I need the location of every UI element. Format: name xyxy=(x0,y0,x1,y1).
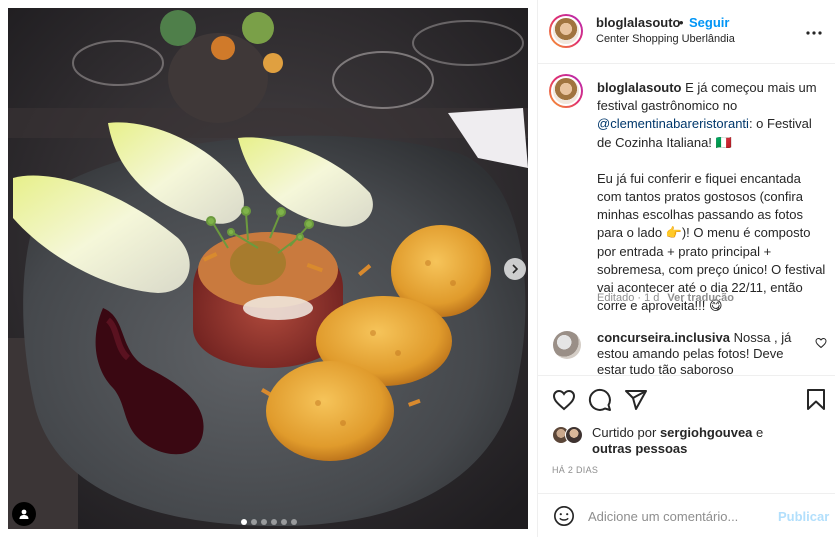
caption-username[interactable]: bloglalasouto xyxy=(597,80,682,95)
author-username[interactable]: bloglalasouto xyxy=(596,15,681,30)
comment-item: concurseira.inclusiva Nossa , já estou a… xyxy=(597,330,807,375)
comment-like-heart-icon[interactable] xyxy=(815,337,827,349)
liker-avatars[interactable] xyxy=(552,426,588,444)
more-options-button[interactable] xyxy=(804,23,824,43)
publish-button[interactable]: Publicar xyxy=(778,509,829,524)
likes-and: e xyxy=(756,425,764,440)
post-date[interactable]: HÁ 2 DIAS xyxy=(552,465,598,475)
caption-meta: Editado · 1 d Ver tradução xyxy=(597,292,734,304)
action-bar xyxy=(538,375,835,421)
heart-icon[interactable] xyxy=(552,388,576,412)
comments-section[interactable]: bloglalasouto E já começou mais um festi… xyxy=(538,64,835,375)
food-photo-image xyxy=(8,8,528,529)
more-horizontal-icon xyxy=(806,31,822,35)
post-location[interactable]: Center Shopping Uberlândia xyxy=(596,33,735,45)
comment-icon[interactable] xyxy=(588,388,612,412)
caption-author-avatar[interactable] xyxy=(549,74,583,108)
commenter-username[interactable]: concurseira.inclusiva xyxy=(597,330,730,345)
bookmark-icon[interactable] xyxy=(804,388,828,412)
commenter-avatar[interactable] xyxy=(553,331,581,359)
separator-dot: • xyxy=(679,15,684,30)
add-comment-bar: Publicar xyxy=(538,493,835,537)
carousel-indicator xyxy=(241,519,297,525)
emoji-icon[interactable] xyxy=(553,505,575,527)
edited-timestamp: Editado · 1 d xyxy=(597,292,660,304)
chevron-right-icon xyxy=(512,264,519,274)
post-sidebar: bloglalasouto • Seguir Center Shopping U… xyxy=(537,0,835,537)
carousel-next-button[interactable] xyxy=(504,258,526,280)
author-avatar[interactable] xyxy=(549,14,583,48)
post-photo[interactable] xyxy=(8,8,528,529)
person-icon xyxy=(19,509,29,519)
comment-input[interactable] xyxy=(588,505,768,527)
carousel-dot xyxy=(251,519,257,525)
carousel-dot xyxy=(241,519,247,525)
likes-text: Curtido por sergiohgouvea e outras pesso… xyxy=(592,425,822,457)
carousel-dot xyxy=(281,519,287,525)
liked-by-prefix: Curtido por xyxy=(592,425,657,440)
tagged-users-button[interactable] xyxy=(12,502,36,526)
liker-username[interactable]: sergiohgouvea xyxy=(660,425,752,440)
caption-mention-link[interactable]: @clementinabareristoranti xyxy=(597,116,749,131)
paper-plane-icon[interactable] xyxy=(624,388,648,412)
instagram-post: bloglalasouto • Seguir Center Shopping U… xyxy=(0,0,835,537)
translate-link[interactable]: Ver tradução xyxy=(667,292,734,304)
carousel-dot xyxy=(261,519,267,525)
post-header: bloglalasouto • Seguir Center Shopping U… xyxy=(538,0,835,64)
carousel-dot xyxy=(291,519,297,525)
carousel-dot xyxy=(271,519,277,525)
other-likers-link[interactable]: outras pessoas xyxy=(592,441,687,456)
post-caption: bloglalasouto E já começou mais um festi… xyxy=(597,79,827,315)
follow-button[interactable]: Seguir xyxy=(689,15,729,30)
